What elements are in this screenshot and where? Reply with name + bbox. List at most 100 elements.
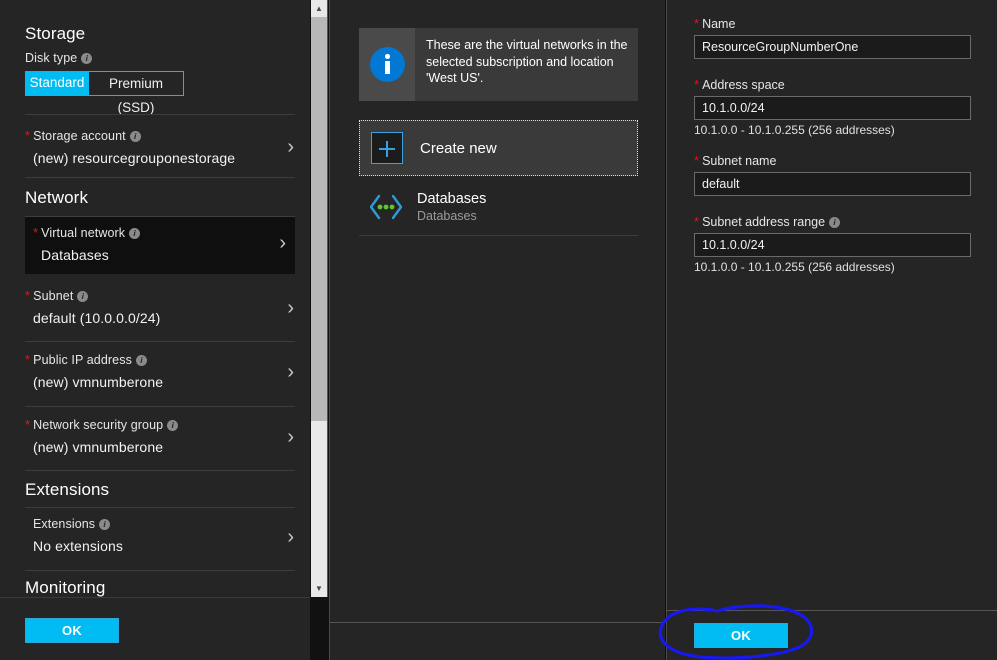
- chevron-right-icon[interactable]: ›: [287, 298, 294, 318]
- row-virtual-network[interactable]: * Virtual network i Databases ›: [25, 217, 295, 274]
- chevron-right-icon[interactable]: ›: [279, 233, 286, 253]
- chevron-right-icon[interactable]: ›: [287, 427, 294, 447]
- info-icon[interactable]: i: [829, 217, 841, 228]
- storage-account-value: (new) resourcegrouponestorage: [33, 150, 236, 166]
- section-network: Network: [0, 188, 310, 208]
- plus-icon: [371, 132, 403, 164]
- divider: [25, 507, 295, 508]
- settings-blade-scrollbar[interactable]: ▲ ▼: [311, 0, 328, 597]
- info-message-text: These are the virtual networks in the se…: [415, 28, 638, 101]
- required-marker: *: [694, 214, 700, 229]
- required-marker: *: [25, 352, 31, 367]
- virtual-network-icon: [367, 192, 405, 222]
- subnet-label: * Subnet i: [0, 288, 310, 303]
- required-marker: *: [694, 16, 700, 31]
- subnet-value: default (10.0.0.0/24): [33, 310, 161, 326]
- scrollbar-thumb[interactable]: [311, 17, 327, 421]
- required-marker: *: [694, 153, 700, 168]
- virtual-network-value: Databases: [41, 247, 109, 263]
- disk-type-label: Disk type i: [0, 51, 310, 65]
- section-title-network: Network: [25, 188, 89, 207]
- choose-virtual-network-footer: [330, 622, 665, 660]
- divider: [25, 570, 295, 571]
- field-address-space: *Address space 10.1.0.0 - 10.1.0.255 (25…: [667, 77, 997, 137]
- name-label: * Name: [694, 16, 736, 31]
- info-icon[interactable]: i: [99, 519, 111, 530]
- row-network-security-group[interactable]: * Network security group i (new) vmnumbero…: [0, 417, 310, 467]
- chevron-right-icon[interactable]: ›: [287, 527, 294, 547]
- divider: [25, 470, 295, 471]
- public-ip-value: (new) vmnumberone: [33, 374, 164, 390]
- required-marker: *: [33, 225, 39, 240]
- ok-button[interactable]: OK: [25, 618, 119, 643]
- create-virtual-network-footer: OK: [667, 610, 997, 660]
- row-storage-account[interactable]: * Storage account i (new) resourcegroupone…: [0, 124, 310, 174]
- ok-button[interactable]: OK: [694, 623, 788, 648]
- field-name: * Name: [667, 16, 997, 59]
- section-storage: Storage: [0, 24, 310, 44]
- divider: [25, 114, 295, 115]
- settings-blade: Storage Disk type i Standard Premium (SSD…: [0, 0, 310, 660]
- scroll-down-arrow-icon[interactable]: ▼: [311, 580, 327, 597]
- scroll-up-arrow-icon[interactable]: ▲: [311, 0, 327, 17]
- disk-type-premium-option[interactable]: Premium (SSD): [89, 71, 184, 115]
- create-new-label: Create new: [420, 139, 497, 157]
- required-marker: *: [25, 417, 31, 432]
- field-subnet-name: * Subnet name: [667, 153, 997, 196]
- field-subnet-address-range: *Subnet address rangei 10.1.0.0 - 10.1.0…: [667, 214, 997, 274]
- disk-type-standard-option[interactable]: Standard: [25, 71, 89, 96]
- settings-scroll-area: Storage Disk type i Standard Premium (SSD…: [0, 0, 310, 597]
- row-public-ip-address[interactable]: * Public IP address i (new) vmnumberone ›: [0, 352, 310, 402]
- create-virtual-network-form: *Name *Address space 10.1.0.0 - 10.1.0.2…: [667, 0, 997, 610]
- info-icon[interactable]: i: [135, 355, 147, 366]
- info-icon[interactable]: i: [129, 228, 141, 239]
- disk-type-toggle[interactable]: Standard Premium (SSD): [25, 71, 184, 115]
- list-item[interactable]: Databases Databases: [359, 182, 638, 232]
- row-extensions[interactable]: Extensions i No extensions ›: [0, 517, 310, 567]
- public-ip-label: * Public IP address i: [0, 352, 310, 367]
- info-icon[interactable]: i: [81, 53, 93, 64]
- list-item-subtitle: Databases: [417, 208, 477, 223]
- chevron-right-icon[interactable]: ›: [287, 137, 294, 157]
- create-new-button[interactable]: Create new: [359, 120, 638, 176]
- name-input[interactable]: [694, 35, 971, 59]
- info-icon: [359, 28, 415, 101]
- azure-portal-blades: Storage Disk type i Standard Premium (SSD…: [0, 0, 997, 660]
- create-virtual-network-blade: *Name *Address space 10.1.0.0 - 10.1.0.2…: [666, 0, 997, 660]
- address-space-input[interactable]: [694, 96, 971, 120]
- required-marker: *: [25, 288, 31, 303]
- divider: [25, 177, 295, 178]
- extensions-label: Extensions i: [0, 517, 310, 531]
- address-space-label: * Address space: [694, 77, 785, 92]
- divider: [25, 406, 295, 407]
- subnet-name-input[interactable]: [694, 172, 971, 196]
- divider: [25, 341, 295, 342]
- required-marker: *: [25, 128, 31, 143]
- storage-account-label: * Storage account i: [0, 124, 310, 143]
- divider: [359, 235, 638, 236]
- subnet-address-range-input[interactable]: [694, 233, 971, 257]
- section-title-storage: Storage: [25, 24, 86, 43]
- section-title-monitoring: Monitoring: [25, 578, 106, 597]
- settings-blade-footer: OK: [0, 597, 310, 660]
- row-disk-type[interactable]: Disk type i Standard Premium (SSD): [0, 51, 310, 115]
- info-icon[interactable]: i: [129, 131, 141, 142]
- network-security-group-value: (new) vmnumberone: [33, 439, 164, 455]
- virtual-network-list-body: These are the virtual networks in the se…: [330, 0, 665, 622]
- info-icon[interactable]: i: [167, 420, 179, 431]
- row-subnet[interactable]: * Subnet i default (10.0.0.0/24) ›: [0, 288, 310, 338]
- virtual-network-label: * Virtual network i: [25, 217, 295, 240]
- chevron-right-icon[interactable]: ›: [287, 362, 294, 382]
- subnet-address-range-hint: 10.1.0.0 - 10.1.0.255 (256 addresses): [694, 260, 895, 274]
- network-security-group-label: * Network security group i: [0, 417, 310, 432]
- section-extensions: Extensions: [0, 480, 310, 500]
- list-item-text: Databases Databases: [417, 191, 486, 224]
- list-item-title: Databases: [417, 190, 487, 207]
- info-message-box: These are the virtual networks in the se…: [359, 28, 638, 101]
- section-title-extensions: Extensions: [25, 480, 110, 499]
- choose-virtual-network-blade: These are the virtual networks in the se…: [329, 0, 665, 660]
- info-icon[interactable]: i: [77, 291, 89, 302]
- required-marker: *: [694, 77, 700, 92]
- subnet-address-range-label: * Subnet address range i: [694, 214, 997, 229]
- extensions-value: No extensions: [33, 538, 124, 554]
